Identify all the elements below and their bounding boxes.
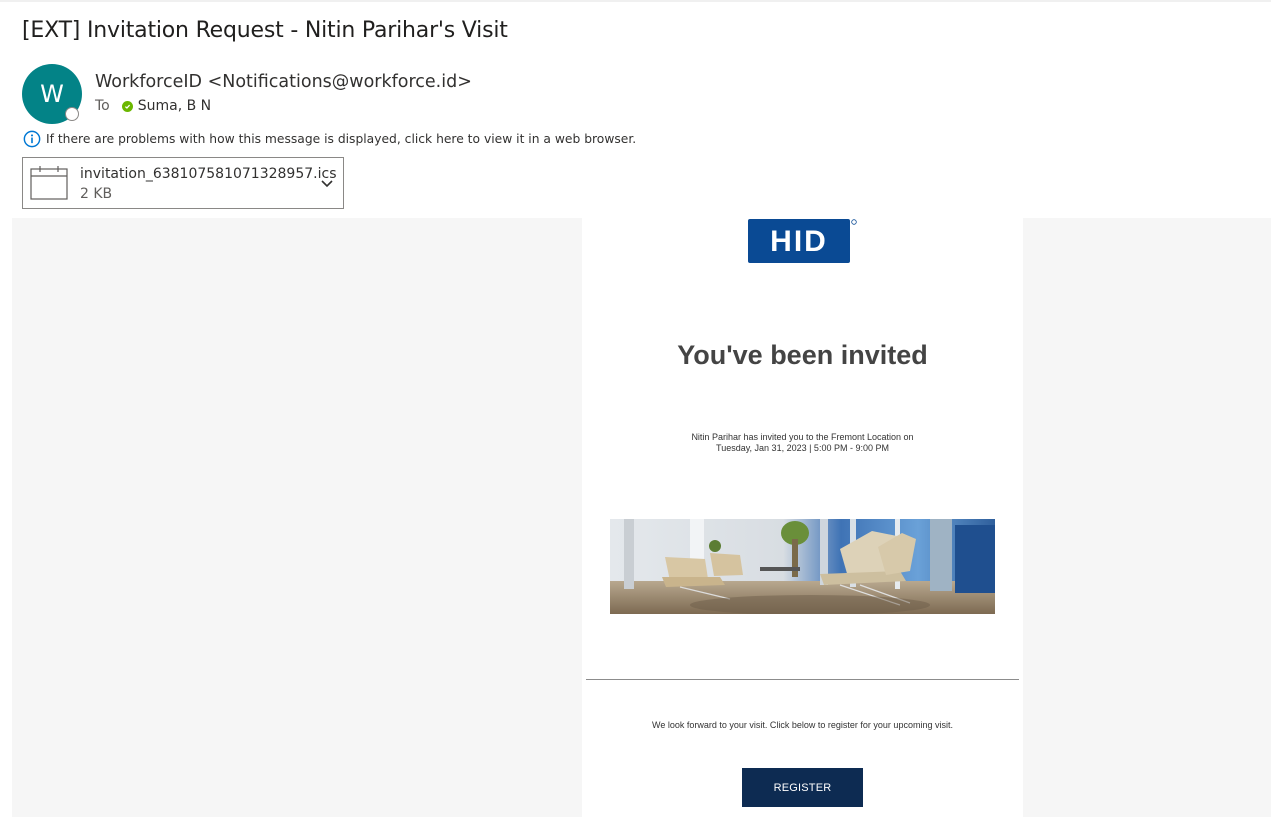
chevron-down-icon[interactable] bbox=[320, 176, 334, 190]
email-background-left bbox=[12, 218, 582, 817]
avatar-initial: W bbox=[40, 80, 64, 108]
top-border bbox=[0, 0, 1271, 2]
invitation-details: Nitin Parihar has invited you to the Fre… bbox=[582, 432, 1023, 454]
invited-heading: You've been invited bbox=[677, 340, 928, 370]
presence-available-icon bbox=[121, 100, 133, 112]
info-notice-text: If there are problems with how this mess… bbox=[46, 132, 637, 146]
attachment-filename: invitation_638107581071328957.ics bbox=[80, 166, 337, 182]
register-button[interactable]: REGISTER bbox=[742, 768, 863, 807]
attachment-size: 2 KB bbox=[80, 186, 113, 202]
sender-name[interactable]: WorkforceID <Notifications@workforce.id> bbox=[95, 72, 472, 92]
attachment-card[interactable]: invitation_638107581071328957.ics 2 KB bbox=[22, 157, 344, 209]
content-divider bbox=[586, 679, 1019, 680]
invitation-line-datetime: Tuesday, Jan 31, 2023 | 5:00 PM - 9:00 P… bbox=[716, 443, 889, 453]
email-background-right bbox=[1023, 218, 1271, 817]
register-prompt: We look forward to your visit. Click bel… bbox=[652, 720, 953, 730]
hid-logo-text: HID bbox=[770, 225, 828, 258]
hid-logo: HID bbox=[748, 219, 857, 263]
calendar-icon bbox=[30, 166, 68, 200]
recipients-row: To Suma, B N bbox=[95, 98, 211, 114]
to-label: To bbox=[95, 98, 110, 114]
invitation-line-host: Nitin Parihar has invited you to the Fre… bbox=[691, 432, 914, 442]
presence-unknown-icon bbox=[65, 107, 79, 121]
display-problem-notice[interactable]: If there are problems with how this mess… bbox=[23, 130, 636, 148]
info-icon bbox=[23, 130, 41, 148]
message-subject: [EXT] Invitation Request - Nitin Parihar… bbox=[22, 18, 508, 43]
lobby-banner-image bbox=[610, 519, 995, 614]
recipient-name[interactable]: Suma, B N bbox=[138, 98, 211, 114]
